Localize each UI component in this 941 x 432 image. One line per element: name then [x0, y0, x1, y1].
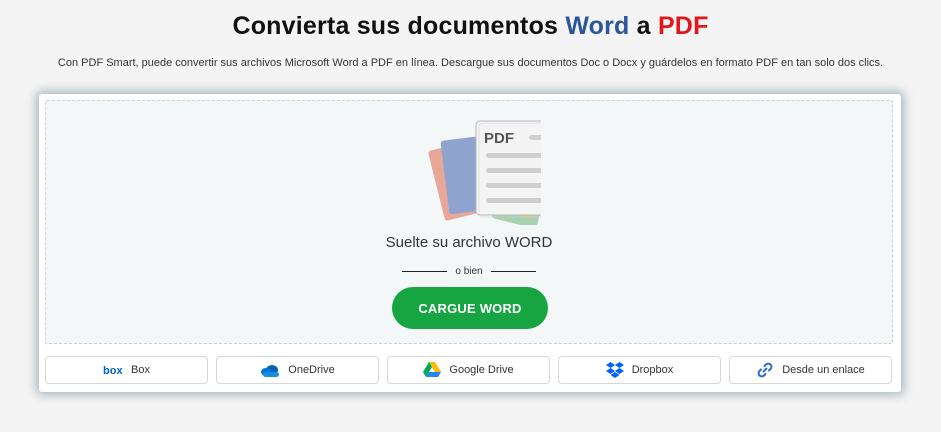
- title-pdf: PDF: [657, 12, 709, 40]
- source-dropbox-button[interactable]: Dropbox: [558, 356, 721, 384]
- source-link-button[interactable]: Desde un enlace: [729, 356, 892, 384]
- source-box-button[interactable]: box Box: [45, 356, 208, 384]
- page-subtitle: Con PDF Smart, puede convertir sus archi…: [57, 57, 884, 69]
- source-google-drive-button[interactable]: Google Drive: [387, 356, 550, 384]
- divider-line-right: [490, 270, 536, 272]
- link-icon: [756, 361, 774, 379]
- upload-word-button[interactable]: CARGUE WORD: [392, 287, 548, 329]
- drop-instructions: Suelte su archivo WORD: [385, 234, 553, 251]
- or-text: o bien: [455, 266, 483, 277]
- title-prefix: Convierta sus documentos: [232, 12, 566, 40]
- cloud-sources: box Box OneDrive Google Drive Dropbox De…: [45, 356, 895, 386]
- illustration-pdf-label: PDF: [484, 130, 514, 147]
- source-dropbox-label: Dropbox: [631, 364, 674, 376]
- divider-line-left: [402, 270, 448, 272]
- box-icon: box: [103, 365, 123, 375]
- source-onedrive-button[interactable]: OneDrive: [216, 356, 379, 384]
- source-onedrive-label: OneDrive: [288, 364, 335, 376]
- or-divider: o bien: [46, 266, 892, 277]
- google-drive-icon: [423, 362, 442, 378]
- source-google-drive-label: Google Drive: [449, 364, 514, 376]
- drop-zone[interactable]: PDF Suelte su archivo WORD o bien CARGUE…: [45, 100, 893, 344]
- page-title: Convierta sus documentos Word a PDF: [0, 12, 941, 41]
- svg-text:box: box: [103, 365, 123, 375]
- title-mid: a: [629, 12, 658, 40]
- source-link-label: Desde un enlace: [782, 364, 865, 376]
- documents-illustration-icon: PDF: [428, 120, 541, 225]
- dropbox-icon: [605, 361, 624, 379]
- onedrive-icon: [260, 364, 280, 377]
- source-box-label: Box: [131, 364, 150, 376]
- upload-card: PDF Suelte su archivo WORD o bien CARGUE…: [39, 94, 901, 392]
- title-word: Word: [565, 12, 630, 40]
